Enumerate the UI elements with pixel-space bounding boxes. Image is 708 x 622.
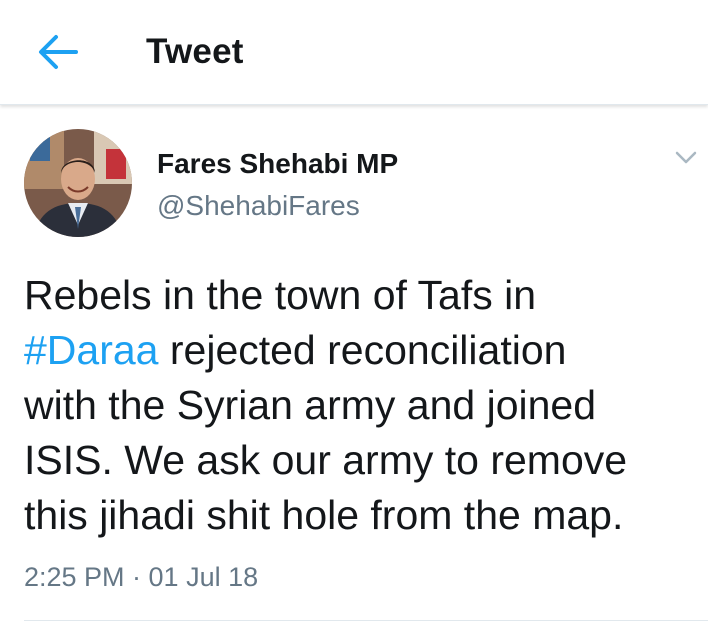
back-button[interactable]	[30, 28, 86, 76]
avatar[interactable]	[24, 129, 132, 237]
tweet-menu-button[interactable]	[672, 146, 700, 170]
arrow-left-icon	[39, 35, 78, 69]
tweet-text-segment: rejected reconciliation	[158, 327, 567, 373]
avatar-photo	[24, 129, 132, 237]
author-name[interactable]: Fares Shehabi MP	[157, 147, 398, 181]
tweet-text-line: #Daraa rejected reconciliation	[24, 323, 700, 378]
tweet-text: Rebels in the town of Tafs in #Daraa rej…	[24, 268, 700, 543]
tweet-detail-screen: Tweet Fares Shehabi MP @ShehabiFares Reb…	[0, 0, 708, 622]
hashtag-link[interactable]: #Daraa	[24, 327, 158, 373]
top-app-bar: Tweet	[0, 0, 708, 105]
chevron-down-icon	[675, 151, 697, 164]
tweet-text-line: Rebels in the town of Tafs in	[24, 272, 537, 318]
tweet-text-line: ISIS. We ask our army to remove	[24, 437, 628, 483]
tweet-text-line: with the Syrian army and joined	[24, 382, 597, 428]
tweet-timestamp: 2:25 PM · 01 Jul 18	[24, 562, 259, 592]
divider	[24, 620, 708, 621]
page-title: Tweet	[146, 32, 244, 71]
tweet-text-line: this jihadi shit hole from the map.	[24, 492, 624, 538]
author-handle[interactable]: @ShehabiFares	[157, 189, 360, 223]
